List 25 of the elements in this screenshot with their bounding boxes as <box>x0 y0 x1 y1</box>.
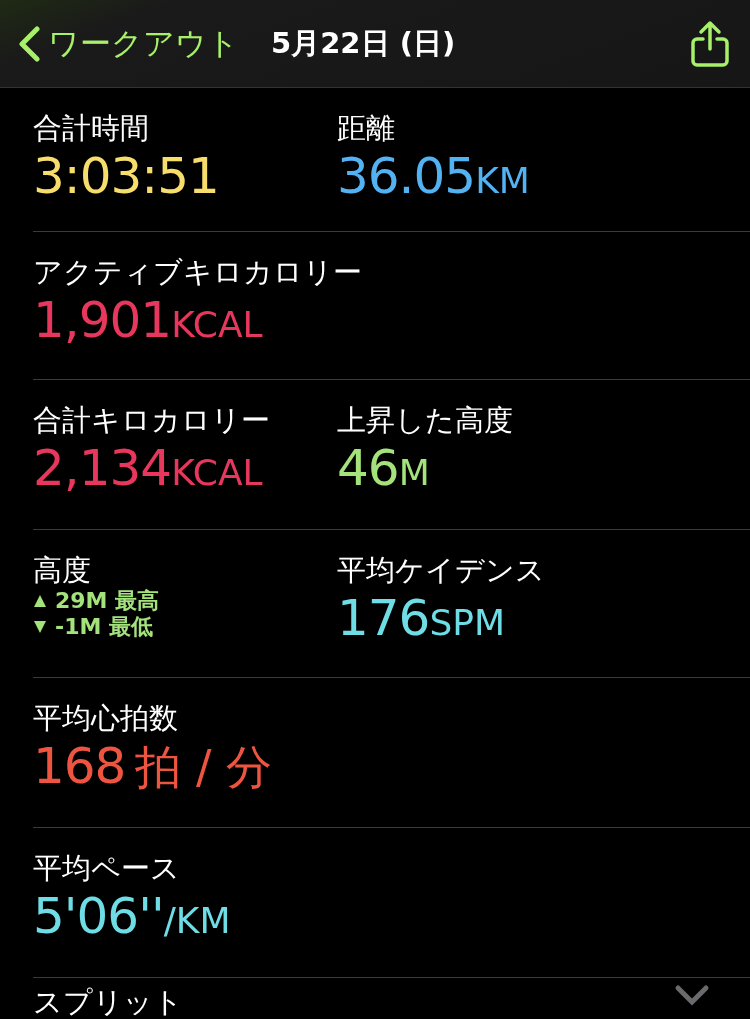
back-link[interactable]: ワークアウト <box>18 22 239 65</box>
metric-label: 距離 <box>337 110 396 146</box>
metric-value: 176SPM <box>337 588 507 649</box>
metric-value: 46M <box>337 438 431 499</box>
metric-value: 1,901KCAL <box>33 290 264 351</box>
share-icon[interactable] <box>690 19 730 68</box>
metric-label: 合計キロカロリー <box>33 402 271 438</box>
metric-label: 平均ケイデンス <box>337 552 546 588</box>
nav-title: 5月22日 (日) <box>271 24 457 62</box>
metric-label: 合計時間 <box>33 110 150 146</box>
metric-value: 168 拍 / 分 <box>33 736 274 797</box>
chevron-down-icon[interactable] <box>674 984 710 1006</box>
metric-value: 2,134KCAL <box>33 438 264 499</box>
metric-value: 5'06''/KM <box>33 886 232 947</box>
metric-label: 高度 <box>33 552 92 588</box>
metric-label: 平均心拍数 <box>33 700 179 736</box>
section-label: スプリット <box>33 984 183 1019</box>
metric-value: 36.05KM <box>337 146 531 207</box>
range-text: 29M 最高 <box>55 588 160 614</box>
metric-label: アクティブキロカロリー <box>33 254 363 290</box>
metric-value: 3:03:51 <box>33 146 220 206</box>
metric-label: 平均ペース <box>33 850 181 886</box>
range-text: -1M 最低 <box>55 614 153 640</box>
chevron-left-icon <box>18 25 40 62</box>
metric-label: 上昇した高度 <box>337 402 514 438</box>
